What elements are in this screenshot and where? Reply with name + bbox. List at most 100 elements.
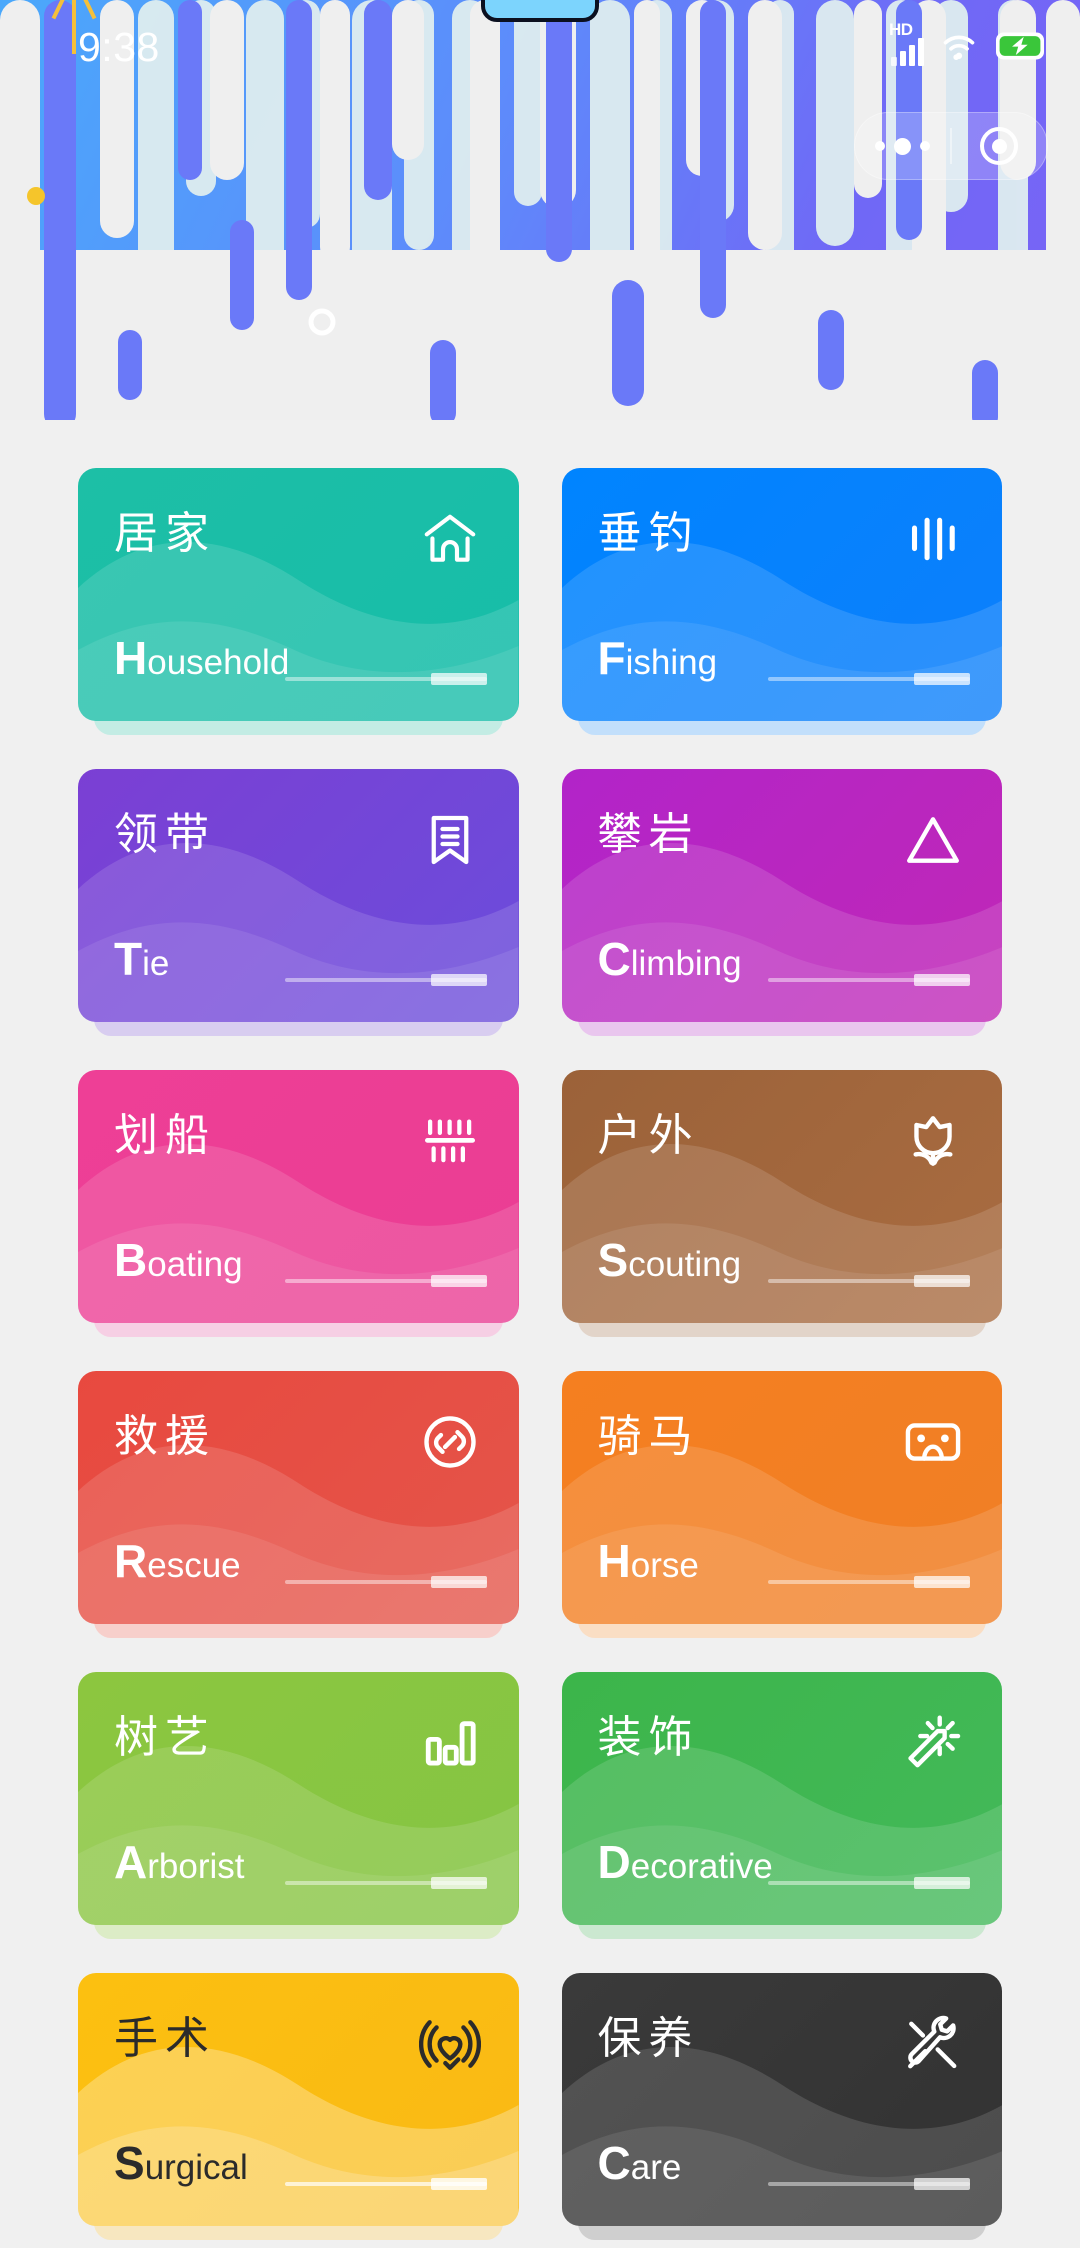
- status-clock: 9:38: [78, 23, 160, 70]
- category-card-ecorative[interactable]: 装饰 Decorative: [561, 1672, 1002, 1939]
- card-title-cn: 树艺: [114, 1712, 216, 1763]
- tulip-flower-icon: [898, 1106, 968, 1176]
- card-progress-fill: [430, 2178, 487, 2190]
- card-title-en-initial: S: [597, 1234, 629, 1286]
- hd-label: HD: [889, 20, 913, 39]
- card-progress-rule: [284, 1275, 487, 1287]
- card-surface[interactable]: 救援 Rescue: [78, 1371, 519, 1624]
- more-options-button[interactable]: [855, 137, 950, 155]
- card-progress-fill: [914, 1576, 970, 1588]
- card-title-en-rest: escue: [147, 1546, 241, 1585]
- card-title-en-rest: oating: [147, 1245, 243, 1284]
- card-title-cn: 居家: [114, 508, 216, 559]
- card-title-cn: 救援: [114, 1411, 216, 1462]
- battery-charging-icon: [996, 32, 1044, 60]
- card-surface[interactable]: 户外 Scouting: [561, 1070, 1002, 1323]
- card-progress-fill: [430, 1275, 487, 1287]
- card-progress-rule: [768, 2178, 970, 2190]
- card-progress-fill: [430, 1877, 487, 1889]
- card-progress-rule: [768, 974, 970, 986]
- card-title-cn: 骑马: [597, 1411, 700, 1462]
- card-title-en-initial: S: [114, 2137, 145, 2189]
- card-surface[interactable]: 居家 Household: [78, 468, 519, 721]
- card-title-en-rest: urgical: [144, 2148, 248, 2187]
- card-title-en-rest: ecorative: [630, 1847, 773, 1886]
- ellipsis-dot: [875, 141, 886, 151]
- category-card-ousehold[interactable]: 居家 Household: [78, 468, 519, 735]
- card-title-en-rest: orse: [630, 1546, 699, 1585]
- card-title-en: Decorative: [598, 1839, 773, 1885]
- card-title-cn: 垂钓: [597, 508, 700, 559]
- card-progress-fill: [914, 1877, 970, 1889]
- card-title-en: Fishing: [598, 635, 718, 681]
- card-surface[interactable]: 骑马 Horse: [561, 1371, 1002, 1624]
- category-card-escue[interactable]: 救援 Rescue: [78, 1371, 519, 1638]
- card-progress-rule: [768, 1877, 970, 1889]
- card-progress-rule: [284, 673, 487, 685]
- vr-cardboard-icon: [898, 1407, 968, 1477]
- card-title-en-rest: limbing: [630, 944, 742, 983]
- card-title-en-initial: C: [597, 933, 631, 985]
- card-progress-rule: [768, 1275, 970, 1287]
- header-banner: 9:38 HD: [0, 0, 1080, 420]
- card-progress-rule: [284, 974, 487, 986]
- card-title-en-initial: A: [114, 1836, 148, 1888]
- card-progress-fill: [430, 1576, 487, 1588]
- card-title-en: Care: [598, 2140, 682, 2186]
- category-card-grid: 居家 Household 垂钓 Fishing 领带 Tie 攀岩 Climbing 划船 Boa…: [0, 468, 1080, 2240]
- card-title-en: Boating: [114, 1237, 243, 1283]
- card-surface[interactable]: 保养 Care: [561, 1973, 1002, 2226]
- card-title-en-rest: are: [630, 2148, 682, 2187]
- card-title-cn: 划船: [114, 1110, 216, 1161]
- card-surface[interactable]: 垂钓 Fishing: [561, 468, 1002, 721]
- card-title-en: Climbing: [598, 936, 742, 982]
- card-title-en: Household: [114, 635, 289, 681]
- miniprogram-capsule-bar[interactable]: [854, 112, 1048, 180]
- category-card-ie[interactable]: 领带 Tie: [78, 769, 519, 1036]
- category-card-urgical[interactable]: 手术 Surgical: [78, 1973, 519, 2240]
- card-title-en-rest: rborist: [147, 1847, 245, 1886]
- card-progress-fill: [914, 2178, 970, 2190]
- bar-chart-icon: [415, 1708, 485, 1778]
- card-title-cn: 保养: [597, 2013, 700, 2064]
- status-icons: HD: [889, 20, 1046, 66]
- category-card-couting[interactable]: 户外 Scouting: [561, 1070, 1002, 1337]
- card-surface[interactable]: 装饰 Decorative: [561, 1672, 1002, 1925]
- card-surface[interactable]: 树艺 Arborist: [78, 1672, 519, 1925]
- category-card-limbing[interactable]: 攀岩 Climbing: [561, 769, 1002, 1036]
- link-circle-icon: [415, 1407, 485, 1477]
- card-title-en-rest: ishing: [625, 643, 718, 682]
- signal-icon: HD: [889, 20, 924, 66]
- card-surface[interactable]: 领带 Tie: [78, 769, 519, 1022]
- barcode-comb-icon: [415, 1106, 485, 1176]
- card-title-cn: 户外: [597, 1110, 700, 1161]
- category-card-orse[interactable]: 骑马 Horse: [561, 1371, 1002, 1638]
- triangle-mountain-icon: [898, 805, 968, 875]
- card-title-en: Arborist: [114, 1839, 244, 1885]
- card-progress-fill: [430, 673, 487, 685]
- card-title-cn: 装饰: [597, 1712, 700, 1763]
- ellipsis-dot: [894, 137, 912, 155]
- card-surface[interactable]: 划船 Boating: [78, 1070, 519, 1323]
- category-card-rborist[interactable]: 树艺 Arborist: [78, 1672, 519, 1939]
- card-title-en: Scouting: [598, 1237, 742, 1283]
- category-card-oating[interactable]: 划船 Boating: [78, 1070, 519, 1337]
- category-card-ishing[interactable]: 垂钓 Fishing: [561, 468, 1002, 735]
- card-surface[interactable]: 手术 Surgical: [78, 1973, 519, 2226]
- card-title-cn: 手术: [114, 2013, 216, 2064]
- close-miniprogram-button[interactable]: [952, 127, 1047, 165]
- card-title-en-initial: C: [597, 2137, 631, 2189]
- card-progress-rule: [768, 673, 970, 685]
- card-title-en-initial: T: [114, 933, 143, 985]
- card-surface[interactable]: 攀岩 Climbing: [561, 769, 1002, 1022]
- card-title-en-initial: R: [114, 1535, 148, 1587]
- heart-pulse-check-icon: [415, 2009, 485, 2079]
- ellipsis-dot: [920, 141, 931, 151]
- card-progress-fill: [914, 673, 970, 685]
- card-title-cn: 领带: [114, 809, 216, 860]
- card-progress-rule: [284, 1877, 487, 1889]
- category-card-are[interactable]: 保养 Care: [561, 1973, 1002, 2240]
- card-progress-rule: [284, 2178, 487, 2190]
- device-notch: [481, 0, 599, 22]
- antenna-decoration: [72, 0, 76, 54]
